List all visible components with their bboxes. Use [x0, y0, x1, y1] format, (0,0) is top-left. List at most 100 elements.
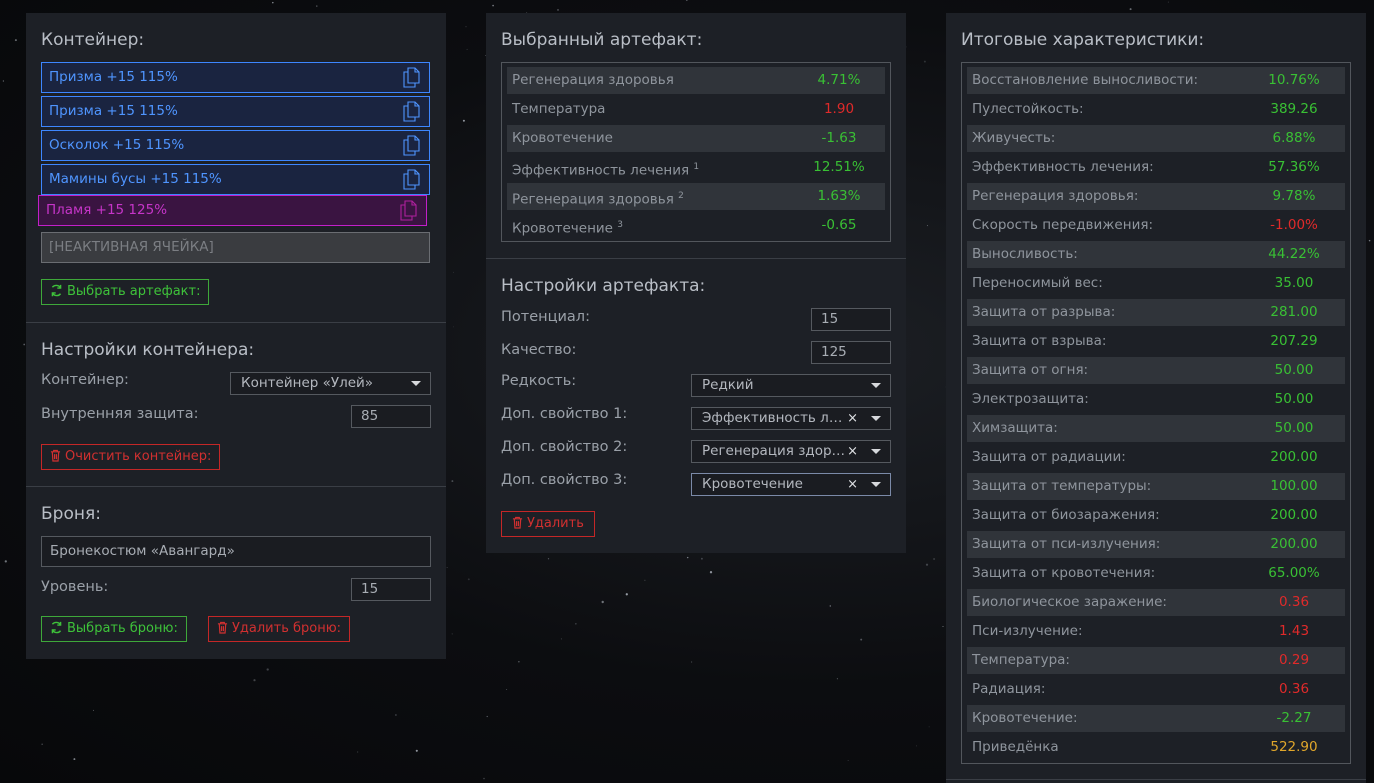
- refresh-icon: [51, 621, 62, 634]
- copy-icon[interactable]: [402, 67, 422, 88]
- stat-name: Температура:: [972, 647, 1070, 674]
- stat-name-text: Кровотечение: [512, 220, 613, 237]
- stat-name-text: Эффективность лечения: [512, 162, 690, 179]
- stat-name-text: Химзащита:: [972, 420, 1058, 436]
- stat-value: 4.71%: [817, 72, 861, 88]
- stat-name-text: Кровотечение: [512, 130, 613, 146]
- stat-name: Кровотечение 3: [512, 212, 623, 243]
- stat-row: Приведёнка 522.90: [967, 734, 1345, 761]
- stat-row: Защита от взрыва: 207.29: [967, 328, 1345, 355]
- quality-input[interactable]: 125: [811, 341, 891, 364]
- stat-name: Защита от радиации:: [972, 444, 1126, 471]
- stat-name-text: Температура: [512, 101, 606, 117]
- container-select[interactable]: Контейнер «Улей»: [230, 372, 431, 395]
- copy-icon[interactable]: [402, 135, 422, 156]
- stat-name: Химзащита:: [972, 415, 1058, 442]
- stat-name: Восстановление выносливости:: [972, 67, 1198, 94]
- stat-value: 0.29: [1278, 652, 1310, 668]
- stat-name-text: Пси-излучение:: [972, 623, 1083, 639]
- stat-name-text: Регенерация здоровья:: [972, 188, 1139, 204]
- stat-row: Кровотечение -1.63: [507, 125, 885, 152]
- stat-row: Переносимый вес: 35.00: [967, 270, 1345, 297]
- stat-name: Защита от взрыва:: [972, 328, 1106, 355]
- left-panel: Контейнер: Призма +15 115% Призма +15 115…: [26, 13, 446, 659]
- protection-label: Внутренняя защита:: [41, 406, 199, 422]
- stat-row: Защита от пси-излучения: 200.00: [967, 531, 1345, 558]
- stat-row: Защита от биозаражения: 200.00: [967, 502, 1345, 529]
- stat-name-text: Приведёнка: [972, 739, 1059, 755]
- stat-row: Биологическое заражение: 0.36: [967, 589, 1345, 616]
- stat-footnote: 3: [617, 220, 624, 230]
- clear-icon[interactable]: ×: [847, 408, 858, 429]
- stat-value: 0.36: [1278, 681, 1310, 697]
- stat-name: Кровотечение: [512, 125, 613, 152]
- stat-value: -2.27: [1276, 710, 1312, 726]
- selected-artifact-title: Выбранный артефакт:: [501, 30, 703, 50]
- stat-value: 6.88%: [1272, 130, 1316, 146]
- choose-armor-button[interactable]: Выбрать броню:: [41, 616, 187, 642]
- artifact-slot[interactable]: Мамины бусы +15 115%: [41, 164, 430, 195]
- stat-row: Температура: 0.29: [967, 647, 1345, 674]
- stat-name-text: Скорость передвижения:: [972, 217, 1154, 233]
- stat-name: Пулестойкость:: [972, 96, 1084, 123]
- stat-value: 44.22%: [1268, 246, 1320, 262]
- potential-input[interactable]: 15: [811, 308, 891, 331]
- clear-icon[interactable]: ×: [847, 474, 858, 495]
- protection-input[interactable]: 85: [351, 405, 431, 428]
- rarity-select[interactable]: Редкий: [691, 374, 891, 397]
- stat-value: 65.00%: [1268, 565, 1320, 581]
- clear-container-button[interactable]: Очистить контейнер:: [41, 444, 221, 470]
- delete-armor-button[interactable]: Удалить броню:: [208, 616, 351, 642]
- extra3-select[interactable]: Кровотечение ×: [691, 473, 891, 496]
- copy-icon[interactable]: [402, 101, 422, 122]
- stat-name-text: Восстановление выносливости:: [972, 72, 1199, 88]
- chevron-down-icon: [871, 449, 881, 454]
- rarity-label: Редкость:: [501, 373, 577, 389]
- choose-artifact-label: Выбрать артефакт:: [67, 284, 201, 299]
- divider: [486, 258, 906, 259]
- stat-name-text: Биологическое заражение:: [972, 594, 1167, 610]
- extra3-label: Доп. свойство 3:: [501, 472, 628, 488]
- artifact-slot[interactable]: Призма +15 115%: [41, 96, 430, 127]
- stat-name-text: Защита от огня:: [972, 362, 1089, 378]
- stat-name: Регенерация здоровья: [512, 67, 674, 94]
- stat-value: 389.26: [1270, 101, 1318, 117]
- extra2-select-value: Регенерация здоровья: [702, 443, 847, 459]
- inactive-slot: [НЕАКТИВНАЯ ЯЧЕЙКА]: [41, 232, 430, 263]
- stat-name: Радиация:: [972, 676, 1045, 703]
- stat-row: Температура 1.90: [507, 96, 885, 123]
- armor-title: Броня:: [41, 504, 101, 524]
- stat-name: Живучесть:: [972, 125, 1055, 152]
- chevron-down-icon: [871, 383, 881, 388]
- level-input[interactable]: 15: [351, 578, 431, 601]
- stat-name: Электрозащита:: [972, 386, 1089, 413]
- stat-name: Биологическое заражение:: [972, 589, 1167, 616]
- stat-name-text: Регенерация здоровья: [512, 191, 674, 208]
- stat-name-text: Живучесть:: [972, 130, 1056, 146]
- stat-row: Выносливость: 44.22%: [967, 241, 1345, 268]
- copy-icon[interactable]: [399, 200, 419, 221]
- delete-artifact-button[interactable]: Удалить: [501, 511, 595, 537]
- artifact-slot[interactable]: Пламя +15 125%: [38, 195, 427, 226]
- stat-value: 10.76%: [1268, 72, 1320, 88]
- extra2-select[interactable]: Регенерация здоровья ×: [691, 440, 891, 463]
- extra3-select-value: Кровотечение: [702, 476, 803, 492]
- stat-row: Живучесть: 6.88%: [967, 125, 1345, 152]
- container-settings-title: Настройки контейнера:: [41, 340, 255, 360]
- artifact-slot[interactable]: Осколок +15 115%: [41, 130, 430, 161]
- stat-name: Эффективность лечения 1: [512, 154, 699, 185]
- armor-field[interactable]: Бронекостюм «Авангард»: [41, 536, 431, 567]
- stat-value: 50.00: [1274, 391, 1314, 407]
- chevron-down-icon: [871, 416, 881, 421]
- stat-name-text: Эффективность лечения:: [972, 159, 1154, 175]
- stat-row: Скорость передвижения: -1.00%: [967, 212, 1345, 239]
- rarity-select-value: Редкий: [702, 377, 754, 393]
- stat-value: 207.29: [1270, 333, 1318, 349]
- artifact-slot[interactable]: Призма +15 115%: [41, 62, 430, 93]
- stat-name-text: Переносимый вес:: [972, 275, 1103, 291]
- extra1-select-value: Эффективность лечения: [702, 410, 847, 426]
- choose-artifact-button[interactable]: Выбрать артефакт:: [41, 279, 210, 305]
- copy-icon[interactable]: [402, 169, 422, 190]
- extra1-select[interactable]: Эффективность лечения ×: [691, 407, 891, 430]
- clear-icon[interactable]: ×: [847, 441, 858, 462]
